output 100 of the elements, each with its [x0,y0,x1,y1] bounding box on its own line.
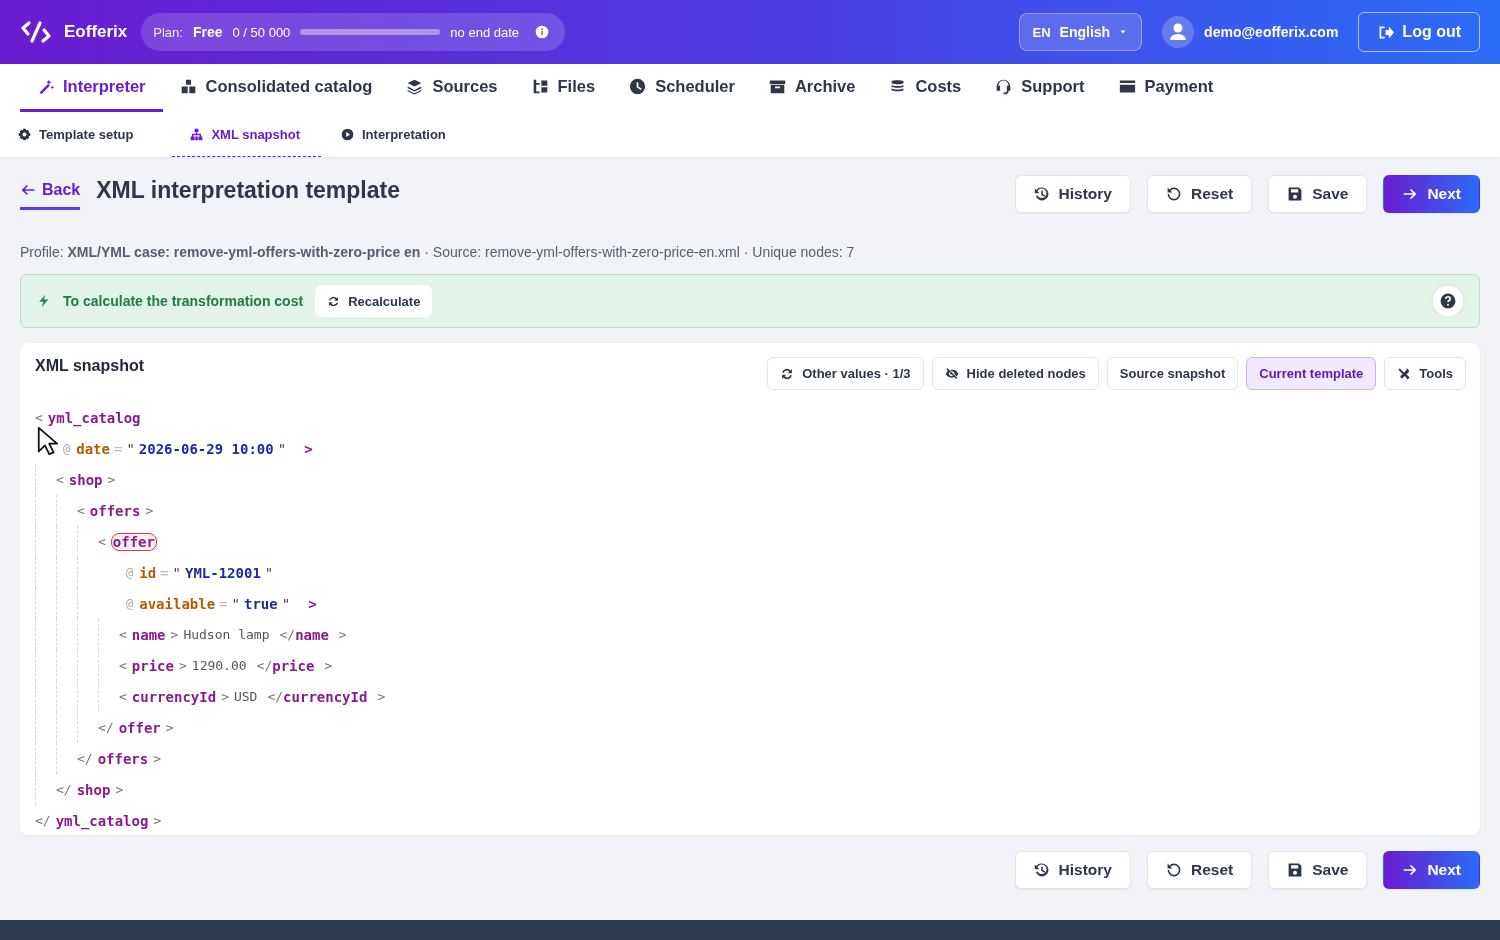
magic-wand-icon [37,78,54,95]
logout-button[interactable]: Log out [1358,12,1480,52]
avatar-icon [1162,16,1195,48]
quote-mark: " [126,440,135,457]
bracket: > [221,689,229,704]
nav-tab[interactable]: Payment [1101,64,1231,112]
clock-icon [629,78,647,95]
tag-name: name [295,626,329,643]
folder-tree-icon [531,78,549,95]
archive-icon [768,78,786,95]
mouse-cursor-icon [37,426,58,456]
headset-icon [995,78,1013,95]
quote-mark: " [172,564,181,581]
layers-icon [406,78,424,95]
bracket: > [115,782,124,797]
bracket: > [179,658,187,673]
action-button[interactable]: Save [1268,851,1368,889]
tag-name[interactable]: offer [110,532,157,551]
plan-name: Free [192,24,223,40]
toolbar-button[interactable]: Tools [1384,357,1466,390]
action-button[interactable]: Reset [1146,851,1253,889]
page-title: XML interpretation template [96,177,400,204]
bracket: > [165,720,174,735]
tag-name: shop [76,781,111,798]
bracket: > [145,503,154,518]
help-icon[interactable] [1431,284,1465,318]
bracket: </ [256,658,273,673]
recalculate-button[interactable]: Recalculate [315,285,433,317]
toolbar-button[interactable]: Other values · 1/3 [767,357,924,390]
toolbar-button[interactable]: Current template [1246,357,1377,390]
attribute-marker: @ [126,596,134,611]
toolbar-button[interactable]: Hide deleted nodes [931,357,1099,390]
bracket: < [77,503,85,518]
sub-tab[interactable]: XML snapshot [172,112,321,157]
bracket: > [338,627,347,642]
tag-name: offers [97,750,149,767]
action-button[interactable]: History [1014,851,1131,889]
bracket: < [119,658,127,673]
bracket: > [107,472,116,487]
plan-label: Plan: [153,24,183,40]
tag-name[interactable]: currencyId [131,688,217,705]
action-button[interactable]: History [1014,175,1131,213]
bracket: </ [98,720,114,735]
nav-tab[interactable]: Archive [751,64,873,112]
bracket: > [304,440,313,457]
quote-mark: " [264,564,274,581]
tag-name[interactable]: shop [68,471,103,488]
bracket: </ [267,689,284,704]
info-icon[interactable] [535,25,550,39]
history-icon [1033,862,1050,878]
bracket: </ [56,782,72,797]
nav-tab[interactable]: Support [978,64,1102,112]
equals-sign: = [219,595,228,612]
sitemap-icon [190,127,204,141]
element-text: Hudson lamp [183,627,270,642]
element-text: 1290.00 [191,658,247,673]
tag-name[interactable]: price [131,657,174,674]
tag-name[interactable]: name [131,626,166,643]
bracket: > [324,658,333,673]
tag-name: offer [118,719,161,736]
nav-tab[interactable]: Sources [389,64,515,112]
card-title: XML snapshot [35,357,145,375]
sub-tab[interactable]: Template setup [18,112,155,157]
nav-tab[interactable]: Scheduler [612,64,752,112]
attribute-marker: @ [126,565,134,580]
attribute-value: true [243,595,278,612]
sub-tab[interactable]: Interpretation [341,112,467,157]
settings-icon [18,127,31,141]
undo-icon [1165,862,1182,878]
bracket: > [308,595,317,612]
next-button[interactable]: Next [1383,175,1480,213]
caret-icon [1119,28,1128,36]
next-button[interactable]: Next [1383,851,1480,889]
nav-tab[interactable]: Costs [872,64,979,112]
nav-tab[interactable]: Files [514,64,613,112]
tag-name[interactable]: offers [89,502,141,519]
attribute-name: id [139,564,157,581]
tag-name[interactable]: yml_catalog [47,409,141,426]
action-button[interactable]: Save [1268,175,1368,213]
bracket: > [153,751,162,766]
arrow-right-icon [1402,862,1419,878]
profile-info: Profile: XML/YML case: remove-yml-offers-with-zero-price en · Source: remove-yml-offers-with-zero-price-en.xml · Unique nodes: 7 [20,244,856,260]
boxes-icon [179,78,197,95]
toolbar-button[interactable]: Source snapshot [1106,357,1239,390]
bracket: < [98,534,106,549]
bracket: </ [77,751,93,766]
nav-tab[interactable]: Consolidated catalog [162,64,390,112]
plan-usage: 0 / 50 000 [232,24,291,40]
arrow-left-icon [20,182,36,198]
plan-expiry: no end date [450,24,520,40]
back-link[interactable]: Back [20,175,81,210]
quote-mark: " [277,440,287,457]
bracket: > [377,689,386,704]
language-button[interactable]: EN English [1019,13,1143,51]
user-email[interactable]: demo@eofferix.com [1204,24,1339,40]
action-button[interactable]: Reset [1146,175,1253,213]
quote-mark: " [231,595,240,612]
tag-name: yml_catalog [55,812,149,829]
bracket: > [153,813,162,828]
attribute-value: YML-12001 [184,564,261,581]
